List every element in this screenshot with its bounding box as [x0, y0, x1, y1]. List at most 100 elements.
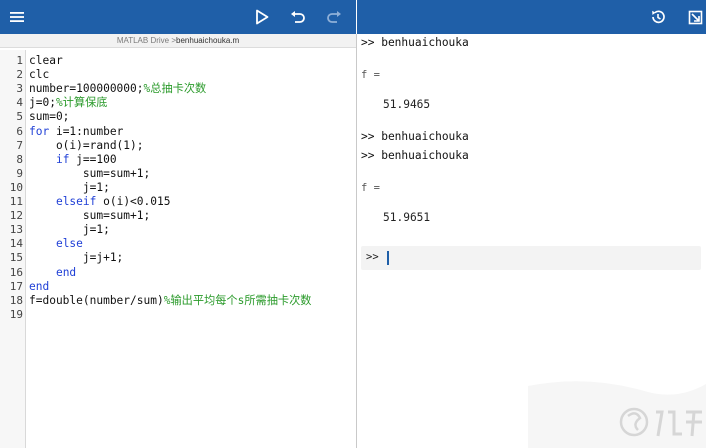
code-line[interactable]: 11 elseif o(i)<0.015 [0, 195, 356, 209]
code-text: clear [29, 54, 63, 68]
code-line[interactable]: 10 j=1; [0, 181, 356, 195]
code-line[interactable]: 3 number=100000000;%总抽卡次数 [0, 82, 356, 96]
code-text: if j==100 [29, 153, 117, 167]
line-number: 7 [16, 138, 23, 152]
code-token: number=100000000; [29, 82, 144, 96]
code-text: elseif o(i)<0.015 [29, 195, 171, 209]
code-token: j=1; [29, 180, 110, 194]
code-text: clc [29, 68, 49, 82]
code-keyword: end [55, 265, 77, 279]
code-text: number=100000000;%总抽卡次数 [29, 82, 206, 96]
code-token: sum=0; [29, 110, 70, 124]
code-text: o(i)=rand(1); [29, 139, 144, 153]
breadcrumb: MATLAB Drive > benhuaichouka.m [0, 34, 356, 48]
line-number: 11 [9, 195, 23, 208]
code-line[interactable]: 4 j=0;%计算保底 [0, 96, 356, 110]
code-line[interactable]: 18 f=double(number/sum)%输出平均每个s所需抽卡次数 [0, 294, 356, 308]
code-line[interactable]: 15 j=j+1; [0, 251, 356, 265]
code-token: f=double(number/sum) [29, 293, 164, 307]
console-value: 51.9651 [383, 211, 431, 224]
code-line[interactable]: 2 clc [0, 68, 356, 82]
line-number: 19 [9, 307, 23, 321]
code-comment: %输出平均每个s所需抽卡次数 [163, 293, 312, 307]
console-command: >> benhuaichouka [361, 130, 469, 143]
code-text: sum=sum+1; [29, 209, 150, 223]
code-line[interactable]: 8 if j==100 [0, 153, 356, 167]
code-token: clear [29, 54, 63, 67]
code-text: j=1; [29, 223, 110, 237]
code-comment: %计算保底 [55, 96, 108, 110]
watermark-logo [528, 381, 706, 448]
console-command: >> benhuaichouka [361, 149, 469, 162]
line-number: 3 [16, 82, 23, 96]
line-number: 1 [16, 54, 23, 67]
line-number: 16 [9, 265, 23, 279]
code-line[interactable]: 7 o(i)=rand(1); [0, 139, 356, 153]
code-token: clc [29, 68, 50, 82]
code-keyword: else [55, 237, 83, 251]
code-text: f=double(number/sum)%输出平均每个s所需抽卡次数 [29, 294, 311, 308]
code-comment: %总抽卡次数 [143, 82, 207, 96]
line-number: 8 [16, 152, 23, 166]
code-text: j=j+1; [29, 251, 123, 265]
code-token: j==100 [69, 152, 117, 166]
text-cursor [387, 251, 389, 265]
line-number: 10 [9, 180, 23, 194]
console-variable: f = [361, 69, 380, 81]
code-line[interactable]: 13 j=1; [0, 223, 356, 237]
code-keyword: for [29, 124, 50, 138]
console-variable: f = [361, 182, 380, 194]
undo-icon[interactable] [287, 6, 309, 28]
code-text: j=0;%计算保底 [29, 96, 107, 110]
code-line[interactable]: 1 clear [0, 54, 356, 68]
code-text: for i=1:number [29, 125, 123, 139]
code-token: j=1; [29, 223, 110, 237]
line-number: 13 [9, 223, 23, 237]
open-in-new-icon[interactable] [684, 6, 706, 28]
code-keyword: if [55, 152, 70, 166]
code-token: j=0; [29, 96, 56, 110]
menu-icon[interactable] [6, 6, 28, 28]
code-line[interactable]: 9 sum=sum+1; [0, 167, 356, 181]
code-token: sum=sum+1; [29, 166, 151, 180]
code-line[interactable]: 6 for i=1:number [0, 125, 356, 139]
code-line[interactable]: 16 end [0, 266, 356, 280]
code-text: j=1; [29, 181, 110, 195]
line-number: 12 [9, 209, 23, 223]
code-line[interactable]: 14 else [0, 237, 356, 251]
line-number: 2 [16, 68, 23, 82]
code-text: end [29, 280, 49, 294]
code-line[interactable]: 19 [0, 308, 356, 322]
redo-icon [323, 6, 345, 28]
file-name: benhuaichouka.m [176, 36, 240, 45]
console-command: >> benhuaichouka [361, 36, 469, 49]
prompt-label: >> [366, 251, 379, 263]
line-number: 14 [9, 237, 23, 251]
command-input[interactable]: >> [361, 246, 701, 270]
code-keyword: end [29, 279, 50, 293]
code-token: o(i)=rand(1); [29, 138, 144, 152]
code-area[interactable]: 1 clear 2 clc 3 number=100000000;%总抽卡次数 4 j=0;%… [0, 50, 356, 448]
code-text: end [29, 266, 76, 280]
code-editor[interactable]: MATLAB Drive > benhuaichouka.m 1 clear 2 cl… [0, 34, 356, 448]
line-number: 6 [16, 124, 23, 138]
code-text: sum=0; [29, 110, 69, 124]
code-line[interactable]: 17 end [0, 280, 356, 294]
line-number: 9 [16, 166, 23, 180]
history-icon[interactable] [647, 6, 669, 28]
code-line[interactable]: 12 sum=sum+1; [0, 209, 356, 223]
code-token: o(i)<0.015 [96, 195, 171, 208]
code-keyword: elseif [55, 195, 97, 208]
code-token: j=j+1; [29, 251, 124, 265]
run-icon[interactable] [251, 6, 273, 28]
line-number: 4 [16, 96, 23, 110]
code-token: i=1:number [49, 124, 124, 138]
line-number: 17 [9, 279, 23, 293]
breadcrumb-path[interactable]: MATLAB Drive > [117, 36, 176, 45]
code-line[interactable]: 5 sum=0; [0, 110, 356, 124]
line-number: 18 [9, 293, 23, 307]
